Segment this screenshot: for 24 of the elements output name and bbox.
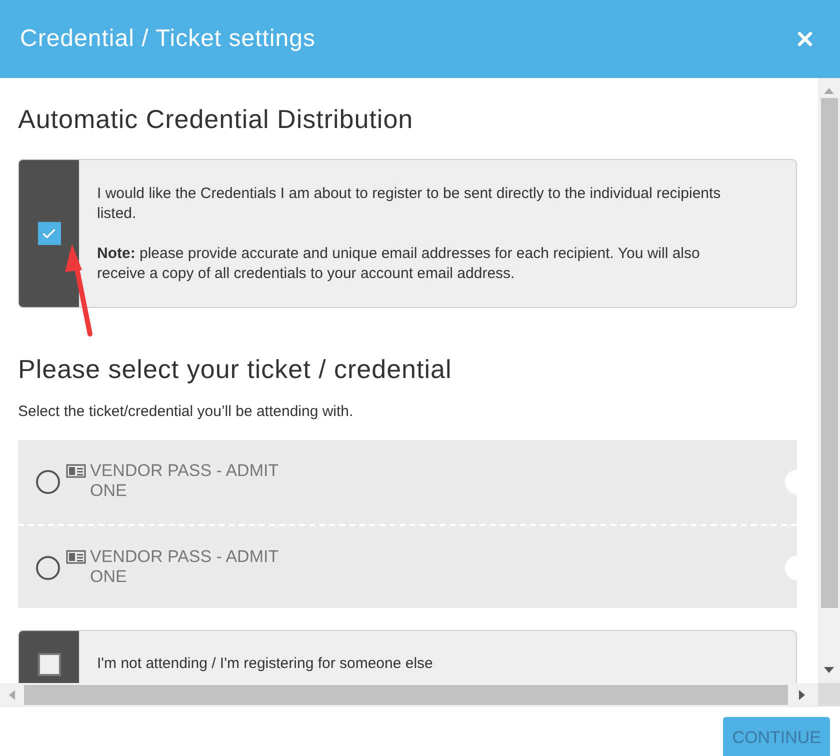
section-heading: Automatic Credential Distribution	[18, 103, 414, 136]
ticket-option[interactable]: VENDOR PASS - ADMIT ONE	[18, 524, 797, 608]
section-heading: Please select your ticket / credential	[18, 353, 453, 386]
ticket-label: VENDOR PASS - ADMIT ONE	[90, 546, 280, 586]
continue-button[interactable]: CONTINUE	[723, 717, 830, 756]
ticket-option[interactable]: VENDOR PASS - ADMIT ONE	[18, 440, 797, 524]
scrollbar-corner	[818, 683, 840, 706]
window-title: Credential / Ticket settings	[20, 24, 316, 54]
not-attending-card[interactable]: I'm not attending / I'm registering for someone else	[18, 630, 797, 683]
id-card-icon	[66, 464, 86, 478]
not-attending-label: I'm not attending / I'm registering for someone else	[97, 654, 433, 672]
note-text: Note: please provide accurate and unique email addresses for each recipient. You will also receive a copy of all credentials to your account email address.	[97, 244, 701, 284]
horizontal-scrollbar[interactable]	[0, 683, 840, 706]
distribution-text: I would like the Credentials I am about to register to be sent directly to the individual recipients listed.	[97, 184, 722, 224]
scroll-right-icon[interactable]	[799, 690, 805, 700]
ticket-label: VENDOR PASS - ADMIT ONE	[90, 460, 280, 500]
radio-button[interactable]	[36, 470, 60, 494]
vertical-scrollbar[interactable]	[818, 78, 840, 683]
section-subtext: Select the ticket/credential you’ll be attending with.	[18, 402, 354, 422]
scroll-down-icon[interactable]	[824, 667, 834, 673]
checkbox[interactable]	[38, 652, 60, 676]
id-card-icon	[66, 550, 86, 564]
radio-button[interactable]	[36, 556, 60, 580]
checkbox[interactable]	[38, 222, 60, 245]
